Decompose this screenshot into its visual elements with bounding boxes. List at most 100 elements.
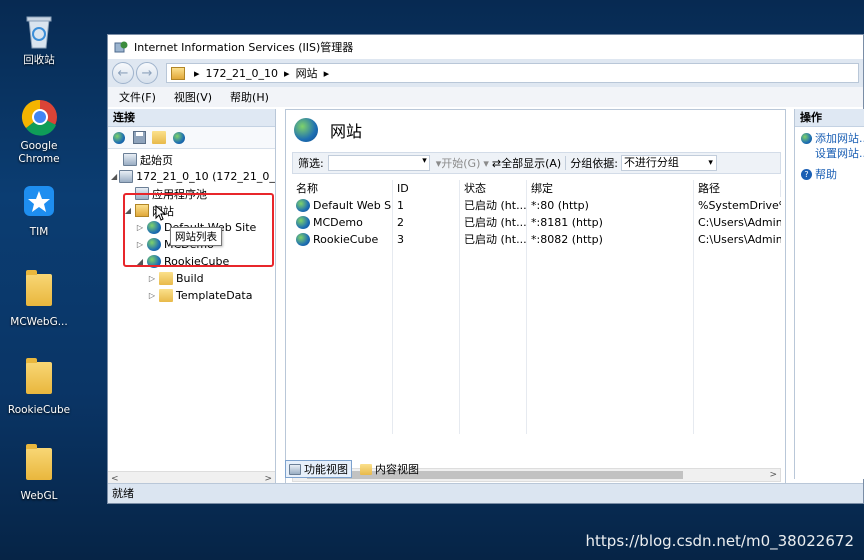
tab-label: 功能视图 [304,463,348,476]
tree-item-start-page[interactable]: 起始页 [108,151,275,168]
table-row[interactable]: MCDemo 2 已启动 (ht... *:8181 (http) C:\Use… [292,214,781,231]
help-icon: ? [801,169,812,180]
connections-header: 连接 [108,109,275,127]
back-button[interactable]: ← [112,62,134,84]
globe-icon [801,133,812,144]
menu-file[interactable]: 文件(F) [119,89,156,105]
site-id: 2 [397,216,404,229]
show-all-button[interactable]: 全部显示(A) [501,155,561,171]
actions-pane: 操作 添加网站... 设置网站... ? 帮助 [794,109,864,479]
site-binding: *:8082 (http) [531,233,603,246]
column-header-name[interactable]: 名称 [292,180,393,197]
desktop-icon-recycle-bin[interactable]: 回收站 [0,12,78,67]
save-icon[interactable] [131,131,147,145]
breadcrumb-sites[interactable]: 网站 [296,65,318,81]
arrow-left-icon: ← [117,65,129,81]
actions-header: 操作 [795,109,864,127]
help-link[interactable]: ? 帮助 [795,167,864,182]
tree-item-label: 起始页 [140,153,173,167]
table-row[interactable]: RookieCube 3 已启动 (ht... *:8082 (http) C:… [292,231,781,248]
collapse-icon[interactable]: ◢ [111,172,117,181]
site-id: 1 [397,199,404,212]
set-site-defaults-link[interactable]: 设置网站... [795,146,864,161]
folder-icon [26,270,52,306]
sites-folder-icon [171,66,185,80]
sites-table: 名称 ID 状态 绑定 路径 Default Web S... 1 已启动 (h… [292,180,781,468]
desktop-icon-mcwebg[interactable]: MCWebG... [0,270,78,329]
desktop-icon-label: WebGL [20,490,58,502]
site-path: C:\Users\Adminis [698,233,781,246]
column-header-id[interactable]: ID [393,180,460,197]
start-filter-button[interactable]: 开始(G) [441,155,480,171]
address-bar: ← → ▸ 172_21_0_10 ▸ 网站 ▸ [108,59,863,87]
site-state: 已启动 (ht... [464,233,527,246]
window-title: Internet Information Services (IIS)管理器 [134,41,354,54]
column-header-binding[interactable]: 绑定 [527,180,694,197]
tab-content-view[interactable]: 内容视图 [356,460,423,478]
show-all-icon: ⇄ [491,156,502,170]
expand-icon[interactable]: ▷ [147,291,157,300]
connect-icon[interactable] [111,131,127,145]
up-folder-icon[interactable] [151,131,167,145]
tree-item-build[interactable]: ▷ Build [108,270,275,287]
breadcrumb-separator: ▸ [284,66,290,80]
tree-item-label: Build [176,272,204,285]
expand-icon[interactable]: ▷ [147,274,157,283]
status-bar: 就绪 [108,483,863,503]
iis-app-icon [114,40,128,54]
column-header-state[interactable]: 状态 [460,180,527,197]
site-name: Default Web S... [313,199,393,212]
breadcrumb[interactable]: ▸ 172_21_0_10 ▸ 网站 ▸ [166,63,859,83]
site-binding: *:8181 (http) [531,216,603,229]
chevron-down-icon[interactable]: ▾ [483,157,489,170]
start-page-icon [123,153,137,166]
arrow-right-icon: → [141,65,153,81]
server-icon [119,170,134,183]
mouse-cursor-icon [155,204,167,224]
scroll-right-icon[interactable]: > [264,474,272,484]
table-row[interactable]: Default Web S... 1 已启动 (ht... *:80 (http… [292,197,781,214]
tree-item-templatedata[interactable]: ▷ TemplateData [108,287,275,304]
page-title-row: 网站 [286,110,785,150]
scroll-right-icon[interactable]: > [769,470,777,480]
desktop-icon-label: 回收站 [23,54,55,66]
tree-item-server[interactable]: ◢ 172_21_0_10 (172_21_0_10\Ad [108,168,275,185]
desktop-icon-webgl[interactable]: WebGL [0,444,78,503]
site-state: 已启动 (ht... [464,199,527,212]
globe-icon [296,199,310,212]
scroll-left-icon[interactable]: < [111,474,119,484]
tab-label: 内容视图 [375,463,419,476]
site-binding: *:80 (http) [531,199,589,212]
forward-button[interactable]: → [136,62,158,84]
chrome-icon [21,98,57,136]
breadcrumb-separator: ▸ [323,66,330,80]
add-site-link[interactable]: 添加网站... [795,131,864,146]
title-bar[interactable]: Internet Information Services (IIS)管理器 [108,35,863,59]
column-header-path[interactable]: 路径 [694,180,781,197]
connections-toolbar [108,127,275,149]
filter-input[interactable] [327,155,430,171]
site-name: RookieCube [313,233,379,246]
features-view-icon [289,463,301,475]
desktop-icon-chrome[interactable]: Google Chrome [0,98,78,166]
tooltip: 网站列表 [170,227,222,246]
desktop-icon-tim[interactable]: TIM [0,184,78,239]
watermark: https://blog.csdn.net/m0_38022672 [585,532,854,550]
disconnect-icon[interactable] [171,131,187,145]
menu-view[interactable]: 视图(V) [174,89,212,105]
folder-icon [159,289,173,302]
tim-icon [21,184,57,222]
globe-icon [296,233,310,246]
action-label: 帮助 [815,168,837,181]
filter-label: 筛选: [298,157,324,170]
desktop-icon-rookiecube[interactable]: RookieCube [0,358,78,417]
group-by-select[interactable]: 不进行分组 [620,155,717,171]
tab-features-view[interactable]: 功能视图 [285,460,352,478]
folder-icon [26,444,52,480]
breadcrumb-server[interactable]: 172_21_0_10 [206,67,279,80]
view-tabs: 功能视图 内容视图 [285,459,423,479]
menu-help[interactable]: 帮助(H) [230,89,269,105]
folder-icon [159,272,173,285]
menu-bar: 文件(F) 视图(V) 帮助(H) [108,87,863,107]
site-state: 已启动 (ht... [464,216,527,229]
